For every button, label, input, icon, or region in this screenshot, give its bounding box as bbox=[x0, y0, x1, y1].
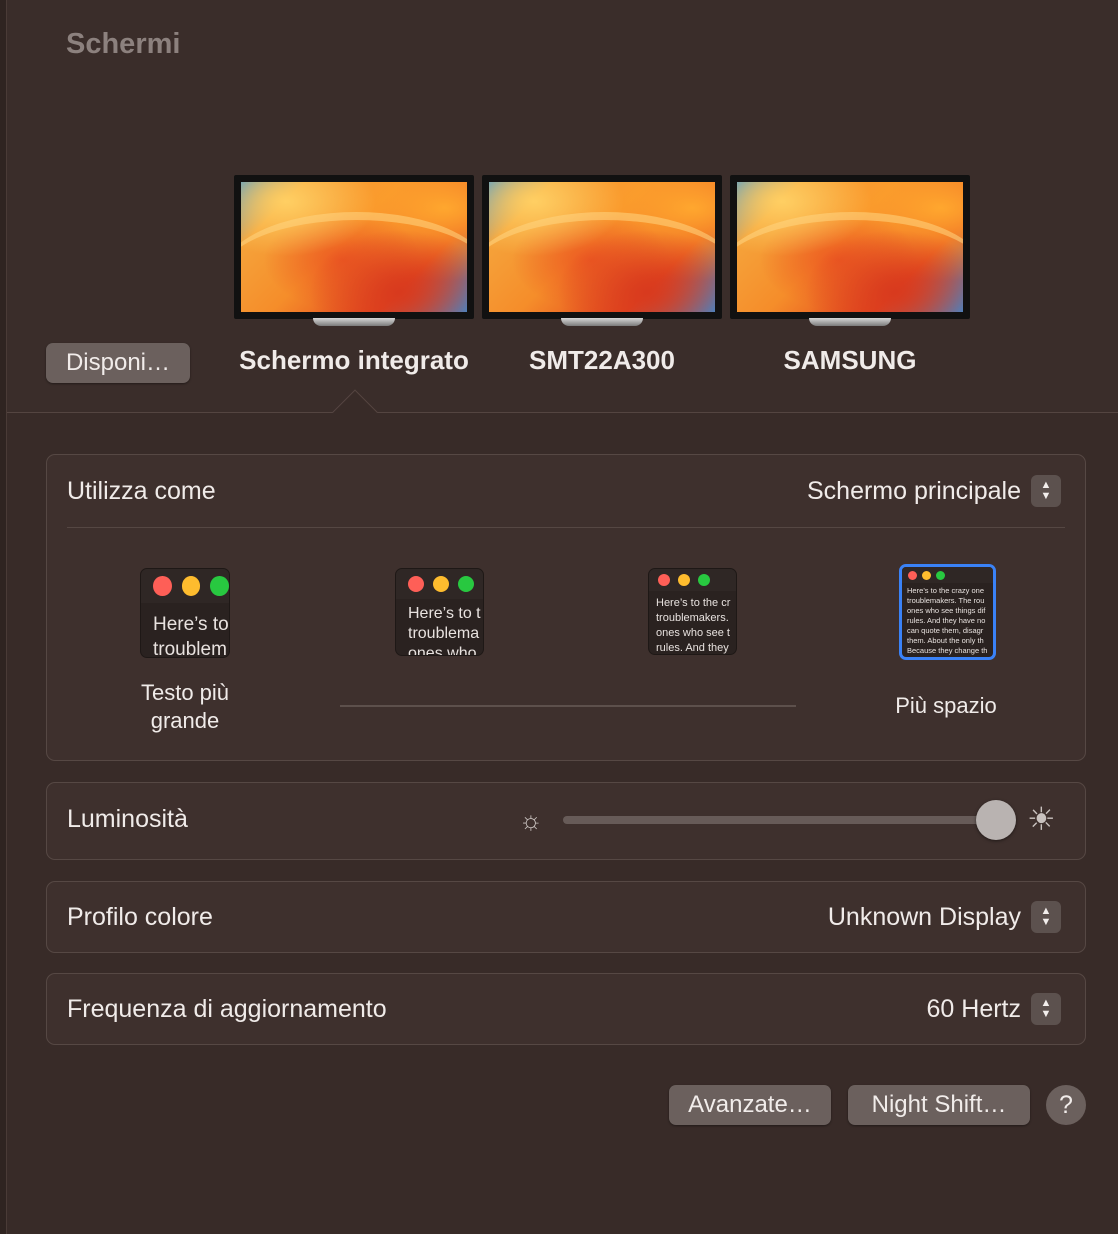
resolution-option-3[interactable]: Here’s to the cr troublemakers. ones who… bbox=[648, 568, 737, 655]
panel-divider bbox=[67, 527, 1065, 528]
sample-text: Here’s to t troublema ones who bbox=[408, 605, 481, 656]
display-label-samsung[interactable]: SAMSUNG bbox=[730, 345, 970, 376]
sidebar-edge bbox=[0, 0, 7, 1234]
color-profile-panel: Profilo colore Unknown Display ▲ ▼ bbox=[46, 881, 1086, 953]
refresh-rate-panel: Frequenza di aggiornamento 60 Hertz ▲ ▼ bbox=[46, 973, 1086, 1045]
page-title: Schermi bbox=[66, 28, 181, 60]
night-shift-button[interactable]: Night Shift… bbox=[848, 1085, 1030, 1125]
close-dot-icon bbox=[908, 570, 917, 580]
display-thumbnail-smt22a300[interactable] bbox=[482, 175, 722, 326]
up-down-chevron-icon: ▲ ▼ bbox=[1031, 993, 1061, 1025]
zoom-dot-icon bbox=[210, 576, 229, 596]
minimize-dot-icon bbox=[922, 570, 931, 580]
wallpaper-image bbox=[489, 182, 715, 312]
resolution-option-more-space[interactable]: Here’s to the crazy one troublemakers. T… bbox=[899, 564, 996, 660]
wallpaper-image bbox=[241, 182, 467, 312]
display-thumbnail-samsung[interactable] bbox=[730, 175, 970, 326]
brightness-high-icon: ☀ bbox=[1027, 801, 1056, 837]
color-profile-value: Unknown Display bbox=[827, 902, 1021, 931]
arrange-button[interactable]: Disponi… bbox=[46, 343, 190, 383]
brightness-label: Luminosità bbox=[67, 805, 188, 833]
minimize-dot-icon bbox=[433, 576, 449, 592]
monitor-stand bbox=[809, 318, 891, 326]
color-profile-label: Profilo colore bbox=[67, 903, 213, 931]
larger-text-caption: Testo più grande bbox=[140, 680, 230, 733]
window-titlebar bbox=[141, 569, 229, 603]
wallpaper-image bbox=[737, 182, 963, 312]
minimize-dot-icon bbox=[181, 576, 201, 596]
display-label-smt22a300[interactable]: SMT22A300 bbox=[482, 345, 722, 376]
window-titlebar bbox=[902, 567, 993, 583]
header-divider bbox=[7, 412, 1118, 413]
refresh-rate-value: 60 Hertz bbox=[926, 994, 1021, 1023]
use-as-value: Schermo principale bbox=[807, 476, 1021, 505]
resolution-option-2[interactable]: Here’s to t troublema ones who bbox=[395, 568, 484, 656]
help-button[interactable]: ? bbox=[1046, 1085, 1086, 1125]
brightness-low-icon: ☼ bbox=[519, 805, 543, 835]
minimize-dot-icon bbox=[678, 574, 690, 586]
sample-text: Here’s to the cr troublemakers. ones who… bbox=[656, 597, 731, 654]
sample-text: Here’s to the crazy one troublemakers. T… bbox=[907, 586, 988, 655]
brightness-slider-knob[interactable] bbox=[976, 800, 1016, 840]
monitor-stand bbox=[313, 318, 395, 326]
advanced-button[interactable]: Avanzate… bbox=[669, 1085, 831, 1125]
up-down-chevron-icon: ▲ ▼ bbox=[1031, 475, 1061, 507]
zoom-dot-icon bbox=[458, 576, 474, 592]
zoom-dot-icon bbox=[936, 570, 945, 580]
display-label-builtin[interactable]: Schermo integrato bbox=[234, 345, 474, 376]
use-as-label: Utilizza come bbox=[67, 477, 216, 505]
close-dot-icon bbox=[153, 576, 172, 596]
resolution-scale-line bbox=[340, 705, 796, 707]
refresh-rate-popup[interactable]: 60 Hertz ▲ ▼ bbox=[927, 993, 1061, 1025]
use-as-popup[interactable]: Schermo principale ▲ ▼ bbox=[807, 475, 1061, 507]
window-titlebar bbox=[396, 569, 483, 599]
brightness-slider[interactable] bbox=[563, 816, 995, 824]
up-down-chevron-icon: ▲ ▼ bbox=[1031, 901, 1061, 933]
displays-settings-window: Schermi Disponi… Schermo integrato SMT22… bbox=[0, 0, 1118, 1234]
resolution-option-larger-text[interactable]: Here’s to troublem bbox=[140, 568, 230, 658]
more-space-caption: Più spazio bbox=[895, 693, 997, 718]
zoom-dot-icon bbox=[698, 574, 710, 586]
refresh-rate-label: Frequenza di aggiornamento bbox=[67, 995, 387, 1023]
color-profile-popup[interactable]: Unknown Display ▲ ▼ bbox=[828, 901, 1061, 933]
close-dot-icon bbox=[408, 576, 424, 592]
sample-text: Here’s to troublem bbox=[153, 614, 229, 658]
window-titlebar bbox=[649, 569, 736, 591]
monitor-stand bbox=[561, 318, 643, 326]
display-thumbnail-builtin[interactable] bbox=[234, 175, 474, 326]
close-dot-icon bbox=[658, 574, 670, 586]
